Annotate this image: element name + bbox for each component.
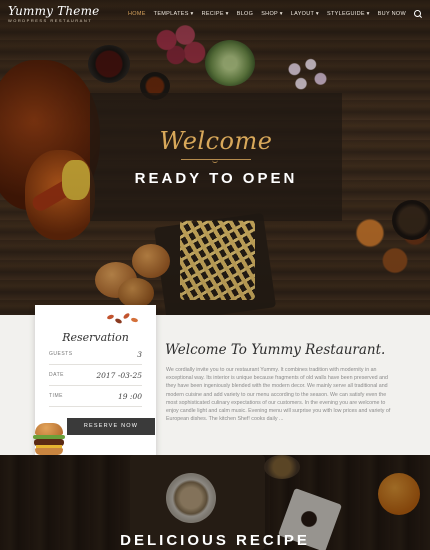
menu-item-layout[interactable]: LAYOUT ▾ (291, 11, 319, 17)
main-menu: HOME TEMPLATES ▾ RECIPE ▾ BLOG SHOP ▾ LA… (128, 10, 422, 18)
hero-welcome-script: Welcome (159, 127, 273, 155)
reservation-card: Reservation GUESTS 3 DATE 2017 -03-25 TI… (33, 305, 156, 461)
reservation-title: Reservation (62, 331, 129, 344)
menu-item-home[interactable]: HOME (128, 11, 146, 17)
hero-welcome-box: Welcome READY TO OPEN (90, 93, 342, 221)
divider-ornament (181, 159, 251, 163)
site-logo[interactable]: Yummy Theme WORDPRESS RESTAURANT (8, 5, 99, 23)
leaf-decoration-icon (105, 312, 145, 325)
hero-title: READY TO OPEN (134, 170, 298, 187)
date-field[interactable]: DATE 2017 -03-25 (49, 365, 142, 386)
menu-item-shop[interactable]: SHOP ▾ (261, 11, 283, 17)
search-icon[interactable] (414, 10, 422, 18)
reserve-now-button[interactable]: RESERVE NOW (67, 418, 155, 435)
time-value[interactable]: 19 :00 (118, 392, 142, 401)
date-label: DATE (49, 372, 64, 378)
time-field[interactable]: TIME 19 :00 (49, 386, 142, 407)
menu-item-templates[interactable]: TEMPLATES ▾ (154, 11, 194, 17)
date-value[interactable]: 2017 -03-25 (96, 371, 142, 380)
guests-value[interactable]: 3 (137, 350, 142, 359)
recipe-title: DELICIOUS RECIPE (120, 532, 310, 549)
menu-item-buy-now[interactable]: BUY NOW (378, 11, 406, 17)
logo-title: Yummy Theme (8, 4, 100, 18)
intro-heading: Welcome To Yummy Restaurant. (165, 342, 386, 358)
menu-item-recipe[interactable]: RECIPE ▾ (202, 11, 229, 17)
top-navigation: Yummy Theme WORDPRESS RESTAURANT HOME TE… (0, 0, 430, 28)
guests-field[interactable]: GUESTS 3 (49, 344, 142, 365)
guests-label: GUESTS (49, 351, 73, 357)
menu-item-styleguide[interactable]: STYLEGUIDE ▾ (327, 11, 370, 17)
time-label: TIME (49, 393, 63, 399)
logo-tagline: WORDPRESS RESTAURANT (8, 18, 93, 23)
intro-paragraph: We cordially invite you to our restauran… (166, 367, 391, 423)
burger-image (33, 421, 67, 457)
menu-item-blog[interactable]: BLOG (237, 11, 253, 17)
hero-section: Yummy Theme WORDPRESS RESTAURANT HOME TE… (0, 0, 430, 315)
